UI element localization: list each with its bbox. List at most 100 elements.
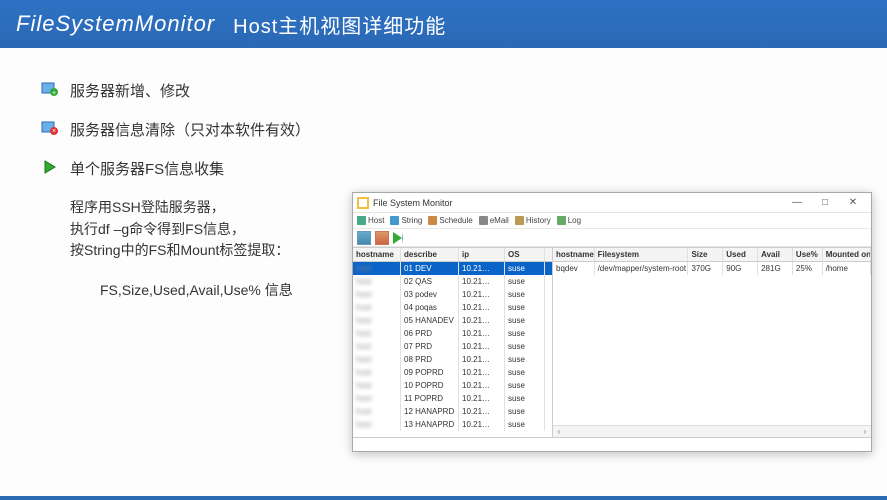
cell-os: suse [505,314,545,327]
app-window: File System Monitor — □ ✕ Host String Sc… [352,192,872,452]
cell-ip: 10.21… [459,327,505,340]
titlebar[interactable]: File System Monitor — □ ✕ [353,193,871,213]
cell-ip: 10.21… [459,353,505,366]
menu-email[interactable]: eMail [479,216,509,225]
host-row[interactable]: host13 HANAPRD10.21…suse [353,418,552,431]
cell-hostname: host [353,314,401,327]
header-title: FileSystemMonitor [16,11,215,37]
close-button[interactable]: ✕ [839,194,867,212]
col-os[interactable]: OS [505,248,545,261]
cell-hostname: host [353,327,401,340]
cell-ip: 10.21… [459,262,505,275]
cell-hostname: host [353,275,401,288]
cell-hostname: host [353,262,401,275]
cell-describe: 04 poqas [401,301,459,314]
cell-ip: 10.21… [459,288,505,301]
cell-os: suse [505,275,545,288]
minimize-button[interactable]: — [783,194,811,212]
host-row[interactable]: host01 DEV10.21…suse [353,262,552,275]
cell-hostname: host [353,301,401,314]
toolbar-add-icon[interactable] [357,231,371,245]
statusbar [353,437,871,451]
cell-ip: 10.21… [459,340,505,353]
menubar: Host String Schedule eMail History Log [353,213,871,229]
bullet-collect: 单个服务器FS信息收集 [70,158,224,179]
host-row[interactable]: host03 podev10.21…suse [353,288,552,301]
cell-hostname: host [353,353,401,366]
server-delete-icon: × [40,119,60,137]
cell-describe: 01 DEV [401,262,459,275]
cell-hostname: host [353,366,401,379]
cell-hostname: host [353,405,401,418]
menu-schedule[interactable]: Schedule [428,216,472,225]
cell-describe: 13 HANAPRD [401,418,459,431]
cell-hostname: host [353,379,401,392]
fs-row[interactable]: bqdev/dev/mapper/system-root370G90G281G2… [553,262,871,275]
cell-os: suse [505,288,545,301]
toolbar-run-icon[interactable] [393,232,403,244]
scroll-right-icon[interactable]: › [859,427,871,436]
cell-describe: 09 POPRD [401,366,459,379]
menu-string[interactable]: String [390,216,422,225]
col-avail[interactable]: Avail [758,248,793,261]
cell-ip: 10.21… [459,275,505,288]
host-row[interactable]: host08 PRD10.21…suse [353,353,552,366]
cell-os: suse [505,366,545,379]
hscrollbar[interactable]: ‹ › [553,425,871,437]
cell-hostname: host [353,288,401,301]
col-hostname2[interactable]: hostname [553,248,595,261]
cell-ip: 10.21… [459,418,505,431]
cell-mounted: /home [823,262,871,275]
cell-os: suse [505,327,545,340]
col-usepct[interactable]: Use% [793,248,823,261]
scroll-left-icon[interactable]: ‹ [553,427,565,436]
slide-header: FileSystemMonitor Host主机视图详细功能 [0,0,887,48]
window-title: File System Monitor [373,198,783,208]
cell-describe: 03 podev [401,288,459,301]
cell-ip: 10.21… [459,314,505,327]
cell-os: suse [505,379,545,392]
maximize-button[interactable]: □ [811,194,839,212]
cell-describe: 10 POPRD [401,379,459,392]
host-row[interactable]: host12 HANAPRD10.21…suse [353,405,552,418]
host-row[interactable]: host11 POPRD10.21…suse [353,392,552,405]
host-row[interactable]: host05 HANADEV10.21…suse [353,314,552,327]
svg-text:×: × [52,128,56,135]
fs-detail-pane: hostname Filesystem Size Used Avail Use%… [553,248,871,437]
menu-host[interactable]: Host [357,216,384,225]
col-ip[interactable]: ip [459,248,505,261]
server-add-icon: + [40,80,60,98]
col-size[interactable]: Size [688,248,723,261]
host-row[interactable]: host02 QAS10.21…suse [353,275,552,288]
explain-l2: 执行df –g命令得到FS信息， [70,219,350,241]
host-row[interactable]: host04 poqas10.21…suse [353,301,552,314]
host-row[interactable]: host07 PRD10.21…suse [353,340,552,353]
cell-os: suse [505,392,545,405]
cell-describe: 05 HANADEV [401,314,459,327]
cell-hostname: host [353,340,401,353]
menu-history[interactable]: History [515,216,551,225]
cell-size: 370G [688,262,723,275]
cell-os: suse [505,353,545,366]
cell-os: suse [505,418,545,431]
cell-describe: 11 POPRD [401,392,459,405]
host-row[interactable]: host09 POPRD10.21…suse [353,366,552,379]
host-row[interactable]: host06 PRD10.21…suse [353,327,552,340]
col-describe[interactable]: describe [401,248,459,261]
host-row[interactable]: host10 POPRD10.21…suse [353,379,552,392]
cell-ip: 10.21… [459,379,505,392]
host-list-pane: hostname describe ip OS host01 DEV10.21…… [353,248,553,437]
col-used[interactable]: Used [723,248,758,261]
col-filesystem[interactable]: Filesystem [595,248,689,261]
cell-ip: 10.21… [459,392,505,405]
toolbar [353,229,871,247]
menu-log[interactable]: Log [557,216,581,225]
cell-used: 90G [723,262,758,275]
app-icon [357,197,369,209]
col-mounted[interactable]: Mounted on [823,248,871,261]
cell-ip: 10.21… [459,405,505,418]
toolbar-delete-icon[interactable] [375,231,389,245]
col-hostname[interactable]: hostname [353,248,401,261]
cell-usepct: 25% [793,262,823,275]
cell-hostname: host [353,392,401,405]
